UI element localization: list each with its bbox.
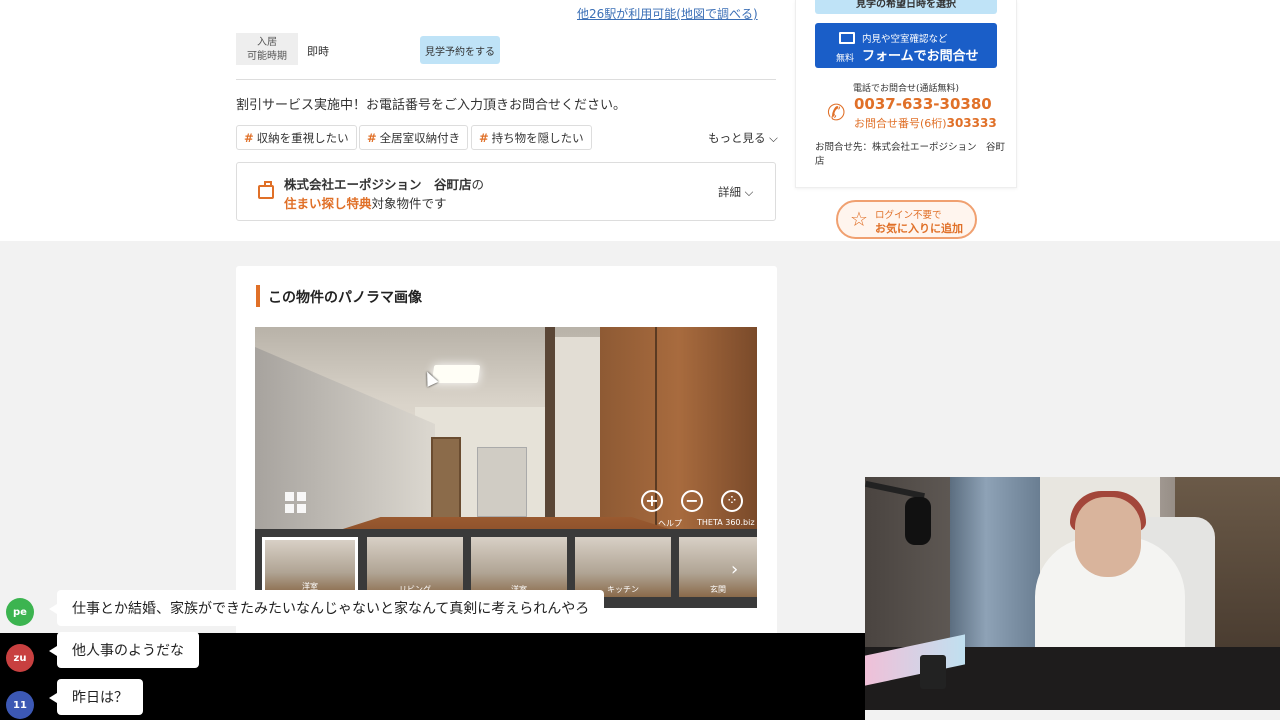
- form-sub-label: 内見や空室確認など: [862, 34, 948, 45]
- tel-number[interactable]: 0037-633-30380: [854, 95, 992, 113]
- chevron-down-icon: ⌵: [765, 131, 778, 145]
- form-main-label: フォームでお問合せ: [862, 49, 979, 64]
- microphone-icon: [905, 497, 931, 545]
- thumbnail[interactable]: 洋室: [262, 537, 358, 597]
- ceiling-light: [431, 365, 481, 383]
- chevron-right-icon[interactable]: ›: [731, 559, 738, 580]
- avatar: 11: [6, 691, 34, 719]
- webcam-feed: [865, 477, 1280, 710]
- help-label[interactable]: ヘルプ: [658, 518, 682, 529]
- add-favorite-button[interactable]: ☆ ログイン不要で お気に入りに追加: [836, 200, 977, 239]
- webcam-head: [1075, 497, 1141, 577]
- theta-label[interactable]: THETA 360.biz: [697, 518, 755, 527]
- detail-toggle[interactable]: 詳細 ⌵: [718, 184, 753, 200]
- avatar: pe: [6, 598, 34, 626]
- thumbnail[interactable]: 洋室: [471, 537, 567, 597]
- tag-storage[interactable]: # 収納を重視したい: [236, 125, 357, 150]
- zoom-out-icon[interactable]: −: [681, 490, 703, 512]
- tag-label: 収納を重視したい: [256, 130, 349, 145]
- chat-bubble: 昨日は？: [49, 679, 143, 715]
- fullscreen-icon[interactable]: ⁘: [721, 490, 743, 512]
- thumbnail[interactable]: キッチン: [575, 537, 671, 597]
- move-in-value: 即時: [307, 45, 329, 58]
- select-date-label: 見学の希望日時を選択: [856, 0, 956, 10]
- tel-code-value: 303333: [946, 116, 997, 130]
- fav-line-2: お気に入りに追加: [875, 222, 963, 235]
- fav-line-1: ログイン不要で: [875, 210, 942, 221]
- station-map-link[interactable]: 他26駅が利用可能(地図で調べる): [577, 5, 758, 22]
- hash-icon: #: [367, 130, 377, 145]
- room-right-wall: [555, 337, 605, 547]
- contact-info: お問合せ先：株式会社エーポジション 谷町店: [815, 142, 1006, 167]
- room-kitchen: [477, 447, 527, 517]
- thumbnail[interactable]: 玄関: [679, 537, 757, 597]
- show-more-link[interactable]: もっと見る ⌵: [708, 130, 778, 146]
- phone-icon: ✆: [827, 101, 846, 126]
- chevron-down-icon: ⌵: [741, 185, 754, 199]
- thumbnail[interactable]: リビング: [367, 537, 463, 597]
- hash-icon: #: [479, 130, 489, 145]
- webcam-mug: [920, 655, 946, 689]
- tag-label: 持ち物を隠したい: [491, 130, 584, 145]
- visit-reservation-button[interactable]: 見学予約をする: [420, 36, 500, 64]
- hash-icon: #: [244, 130, 254, 145]
- mail-icon: [839, 32, 855, 44]
- thumbnail-label: 玄関: [710, 585, 726, 594]
- tel-code-label: お問合せ番号(6桁): [854, 117, 947, 130]
- tag-closet[interactable]: # 全居室収納付き: [359, 125, 469, 150]
- tel-code: お問合せ番号(6桁)303333: [854, 115, 997, 131]
- bonus-banner[interactable]: 株式会社エーポジション 谷町店の 住まい探し特典対象物件です 詳細 ⌵: [236, 162, 776, 221]
- detail-label: 詳細: [718, 185, 741, 199]
- grid-view-icon[interactable]: [285, 492, 307, 514]
- discount-text: 割引サービス実施中！お電話番号をご入力頂きお問合せください。: [236, 98, 627, 113]
- room-door: [431, 437, 461, 527]
- bonus-suffix-2: 対象物件です: [371, 196, 447, 211]
- room-door-frame: [545, 327, 555, 547]
- title-accent-bar: [256, 285, 260, 307]
- gift-icon: [258, 181, 274, 199]
- form-inquiry-button[interactable]: 無料 内見や空室確認など フォームでお問合せ: [815, 23, 997, 68]
- tel-label: 電話でお問合せ(通話無料): [852, 84, 960, 94]
- free-badge: 無料: [836, 54, 855, 64]
- room-closet: [600, 327, 757, 547]
- select-date-button[interactable]: 見学の希望日時を選択: [815, 0, 997, 14]
- divider: [236, 79, 776, 80]
- bonus-highlight: 住まい探し特典: [284, 196, 372, 211]
- bonus-line-1: 株式会社エーポジション 谷町店の: [284, 174, 484, 193]
- avatar: zu: [6, 644, 34, 672]
- chat-bubble: 他人事のようだな: [49, 632, 199, 668]
- star-icon: ☆: [850, 207, 868, 231]
- panorama-viewer[interactable]: + − ⁘ ヘルプ THETA 360.biz 洋室 リビング 洋室 キッチン …: [255, 327, 757, 608]
- chat-bubble: 仕事とか結婚、家族ができたみたいなんじゃないと家なんて真剣に考えられんやろ: [48, 590, 605, 626]
- panorama-title: この物件のパノラマ画像: [268, 290, 422, 306]
- bonus-line-2: 住まい探し特典対象物件です: [284, 193, 447, 212]
- bonus-suffix: の: [471, 177, 485, 192]
- tag-hide[interactable]: # 持ち物を隠したい: [471, 125, 592, 150]
- bonus-company: 株式会社エーポジション 谷町店: [284, 177, 472, 192]
- move-in-label: 入居 可能時期: [236, 33, 298, 65]
- show-more-label: もっと見る: [708, 131, 766, 145]
- zoom-in-icon[interactable]: +: [641, 490, 663, 512]
- tag-label: 全居室収納付き: [379, 130, 461, 145]
